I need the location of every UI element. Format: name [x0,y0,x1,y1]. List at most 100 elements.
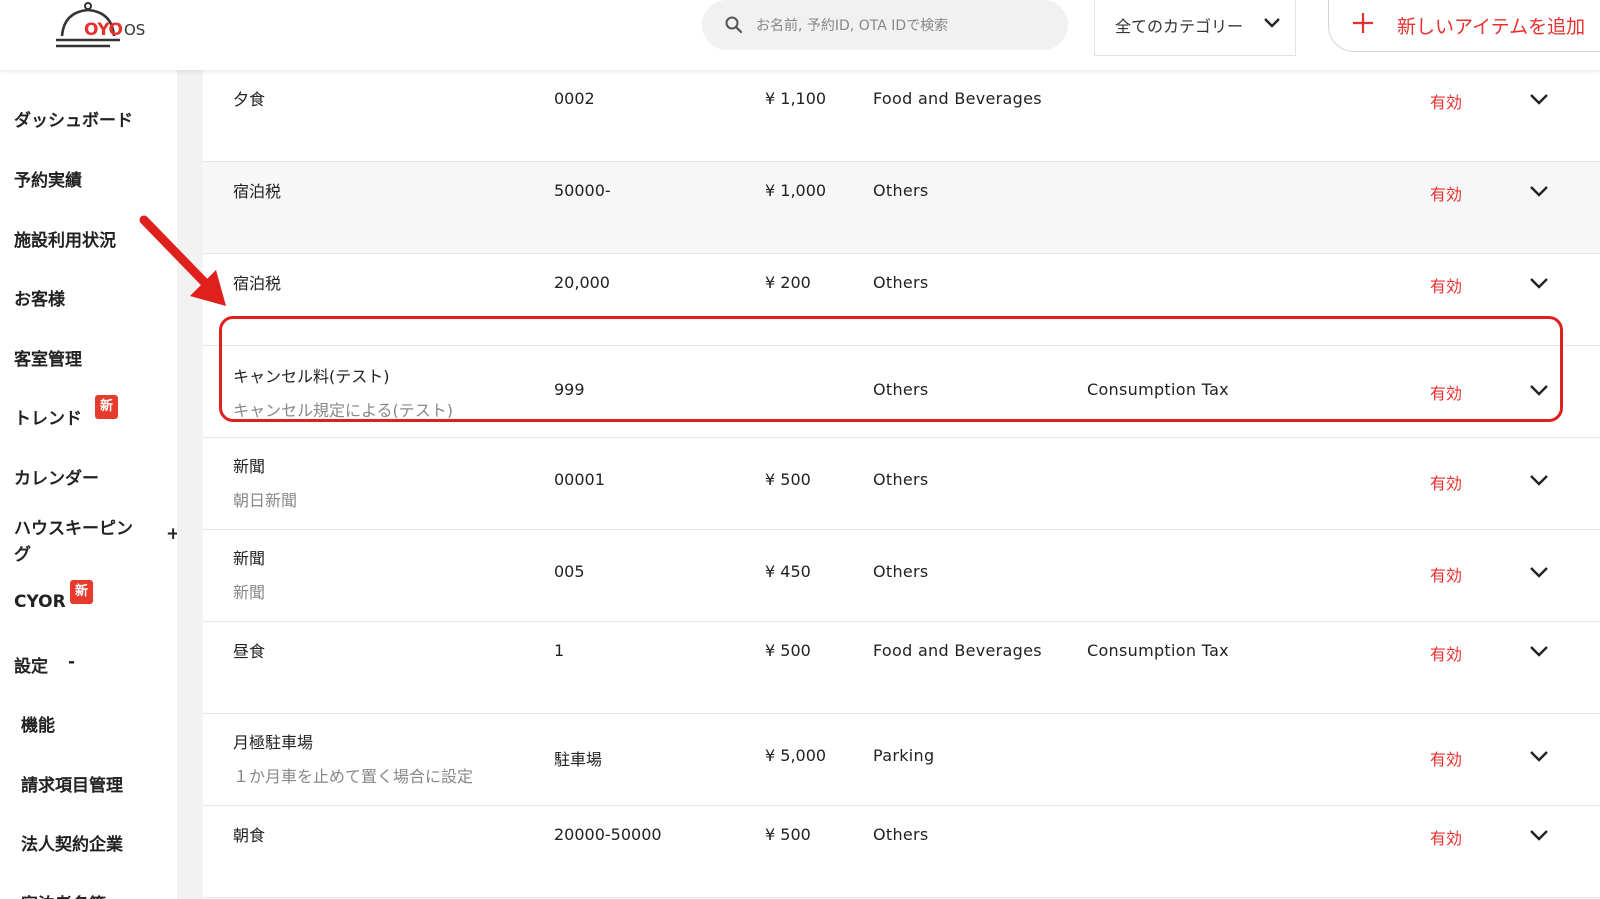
table-row[interactable]: 新聞 新聞 005 ¥ 450 Others 有効 [203,530,1600,622]
chevron-down-icon[interactable] [1529,383,1549,397]
sidebar-item-housekeeping-line2[interactable]: グ [14,540,31,565]
table-row[interactable]: 月極駐車場 １か月車を止めて置く場合に設定 駐車場 ¥ 5,000 Parkin… [203,714,1600,806]
content-gutter [177,70,203,899]
item-description: 新聞 [233,583,266,602]
item-price: ¥ 500 [765,641,811,660]
item-category: Others [873,825,929,844]
item-description: キャンセル規定による(テスト) [233,401,454,420]
item-code: 50000- [554,181,611,200]
sidebar-item-guest-registry[interactable]: 宿泊者名簿 [21,890,106,899]
item-category: Food and Beverages [873,89,1042,108]
sidebar-item-billing-items[interactable]: 請求項目管理 [21,771,123,796]
status-badge: 有効 [1430,829,1463,848]
item-code: 005 [554,562,585,581]
item-description: 朝日新聞 [233,491,298,510]
sidebar-item-housekeeping[interactable]: ハウスキーピン [14,514,133,539]
collapse-toggle-icon[interactable]: - [68,652,75,672]
item-category: Others [873,380,929,399]
item-category: Others [873,562,929,581]
sidebar-item-settings[interactable]: 設定 [14,652,48,677]
chevron-down-icon[interactable] [1529,184,1549,198]
add-item-button[interactable]: 新しいアイテムを追加 [1328,0,1600,52]
sidebar-item-guests[interactable]: お客様 [14,285,65,310]
item-code: 駐車場 [554,750,603,769]
category-dropdown-label: 全てのカテゴリー [1115,17,1244,36]
status-badge: 有効 [1430,566,1463,585]
item-category: Others [873,181,929,200]
item-price: ¥ 1,100 [765,89,827,108]
item-name: 夕食 [233,90,266,109]
item-category: Others [873,470,929,489]
search-icon [725,16,743,34]
status-badge: 有効 [1430,474,1463,493]
item-price: ¥ 200 [765,273,811,292]
item-price: ¥ 1,000 [765,181,827,200]
item-price: ¥ 500 [765,825,811,844]
item-code: 00001 [554,470,605,489]
table-row[interactable]: 昼食 1 ¥ 500 Food and Beverages Consumptio… [203,622,1600,714]
new-badge: 新 [95,395,118,419]
sidebar-item-dashboard[interactable]: ダッシュボード [14,106,133,131]
top-header: OYO OS お名前, 予約ID, OTA IDで検索 全てのカテゴリー 新しい… [0,0,1600,70]
item-name: 月極駐車場 [233,733,314,752]
sidebar-nav: ダッシュボード 予約実績 施設利用状況 お客様 客室管理 トレンド 新 カレンダ… [0,70,180,899]
item-name: 宿泊税 [233,182,282,201]
status-badge: 有効 [1430,185,1463,204]
plus-icon [1353,13,1373,33]
item-price: ¥ 450 [765,562,811,581]
table-row[interactable]: 朝食 20000-50000 ¥ 500 Others 有効 [203,806,1600,898]
red-arrow-annotation-icon [139,215,226,306]
table-row[interactable]: 宿泊税 50000- ¥ 1,000 Others 有効 [203,162,1600,254]
chevron-down-icon[interactable] [1529,473,1549,487]
chevron-down-icon[interactable] [1529,276,1549,290]
table-row-highlighted[interactable]: キャンセル料(テスト) キャンセル規定による(テスト) 999 Others C… [203,346,1600,438]
item-tax: Consumption Tax [1087,380,1229,399]
chevron-down-icon[interactable] [1529,92,1549,106]
add-item-label: 新しいアイテムを追加 [1397,16,1586,38]
item-tax: Consumption Tax [1087,641,1229,660]
chevron-down-icon[interactable] [1529,644,1549,658]
table-row[interactable]: 夕食 0002 ¥ 1,100 Food and Beverages 有効 [203,70,1600,162]
status-badge: 有効 [1430,277,1463,296]
item-price: ¥ 500 [765,470,811,489]
chevron-down-icon[interactable] [1529,749,1549,763]
billing-items-table: 夕食 0002 ¥ 1,100 Food and Beverages 有効 宿泊… [203,70,1600,899]
table-row[interactable]: 新聞 朝日新聞 00001 ¥ 500 Others 有効 [203,438,1600,530]
sidebar-item-facility-usage[interactable]: 施設利用状況 [14,226,116,251]
item-name: 新聞 [233,549,266,568]
item-category: Parking [873,746,935,765]
item-code: 999 [554,380,585,399]
logo-brand-text: OYO [84,20,123,40]
item-code: 1 [554,641,565,660]
item-code: 20000-50000 [554,825,662,844]
sidebar-item-cyor[interactable]: CYOR [14,592,66,612]
search-input[interactable]: お名前, 予約ID, OTA IDで検索 [702,0,1068,50]
search-placeholder: お名前, 予約ID, OTA IDで検索 [756,18,949,34]
item-description: １か月車を止めて置く場合に設定 [233,767,474,786]
status-badge: 有効 [1430,384,1463,403]
logo-os-text: OS [124,21,146,39]
chevron-down-icon [1264,18,1280,28]
item-code: 20,000 [554,273,610,292]
item-name: 昼食 [233,642,266,661]
status-badge: 有効 [1430,645,1463,664]
table-row[interactable]: 宿泊税 20,000 ¥ 200 Others 有効 [203,254,1600,346]
sidebar-item-reservations[interactable]: 予約実績 [14,166,82,191]
new-badge: 新 [70,580,93,604]
status-badge: 有効 [1430,93,1463,112]
sidebar-item-room-management[interactable]: 客室管理 [14,345,82,370]
item-category: Food and Beverages [873,641,1042,660]
item-category: Others [873,273,929,292]
sidebar-item-corporate-clients[interactable]: 法人契約企業 [21,830,123,855]
item-name: 新聞 [233,457,266,476]
item-name: 宿泊税 [233,274,282,293]
sidebar-item-calendar[interactable]: カレンダー [14,464,99,489]
chevron-down-icon[interactable] [1529,565,1549,579]
status-badge: 有効 [1430,750,1463,769]
chevron-down-icon[interactable] [1529,828,1549,842]
sidebar-item-features[interactable]: 機能 [21,711,55,736]
sidebar-item-trends[interactable]: トレンド [14,404,82,429]
item-name: 朝食 [233,826,266,845]
item-price: ¥ 5,000 [765,746,827,765]
category-dropdown[interactable]: 全てのカテゴリー [1094,0,1296,56]
